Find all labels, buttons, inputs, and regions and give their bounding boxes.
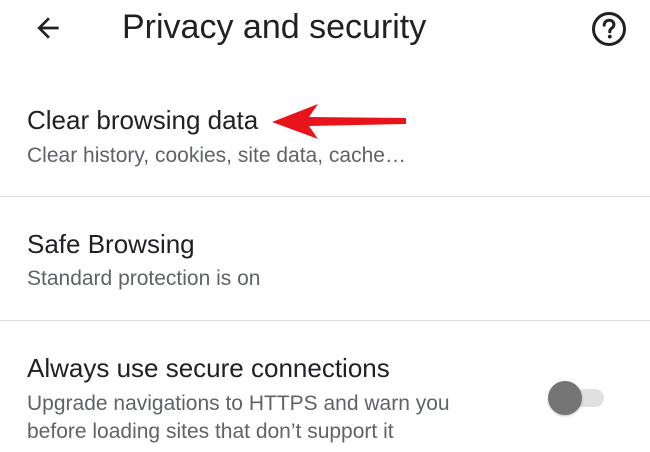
setting-title: Always use secure connections bbox=[27, 353, 390, 383]
app-bar: Privacy and security bbox=[0, 0, 650, 56]
toggle-thumb bbox=[548, 381, 582, 415]
setting-subtitle: Clear history, cookies, site data, cache… bbox=[27, 144, 406, 167]
page-title: Privacy and security bbox=[122, 8, 427, 46]
setting-title: Clear browsing data bbox=[27, 105, 259, 135]
setting-subtitle-line-1: Upgrade navigations to HTTPS and warn yo… bbox=[27, 392, 450, 415]
setting-subtitle: Standard protection is on bbox=[27, 267, 261, 290]
back-button[interactable] bbox=[26, 6, 70, 50]
help-button[interactable] bbox=[586, 6, 632, 52]
secure-connections-toggle[interactable] bbox=[548, 380, 606, 415]
help-circle-icon bbox=[592, 12, 626, 46]
red-arrow-annotation bbox=[272, 104, 406, 139]
setting-title: Safe Browsing bbox=[27, 229, 195, 259]
arrow-back-icon bbox=[37, 17, 59, 39]
privacy-security-screen: Privacy and security Clear browsing data… bbox=[0, 0, 650, 452]
setting-safe-browsing[interactable]: Safe Browsing Standard protection is on bbox=[0, 197, 650, 320]
setting-subtitle-line-2: before loading sites that don’t support … bbox=[27, 420, 394, 443]
